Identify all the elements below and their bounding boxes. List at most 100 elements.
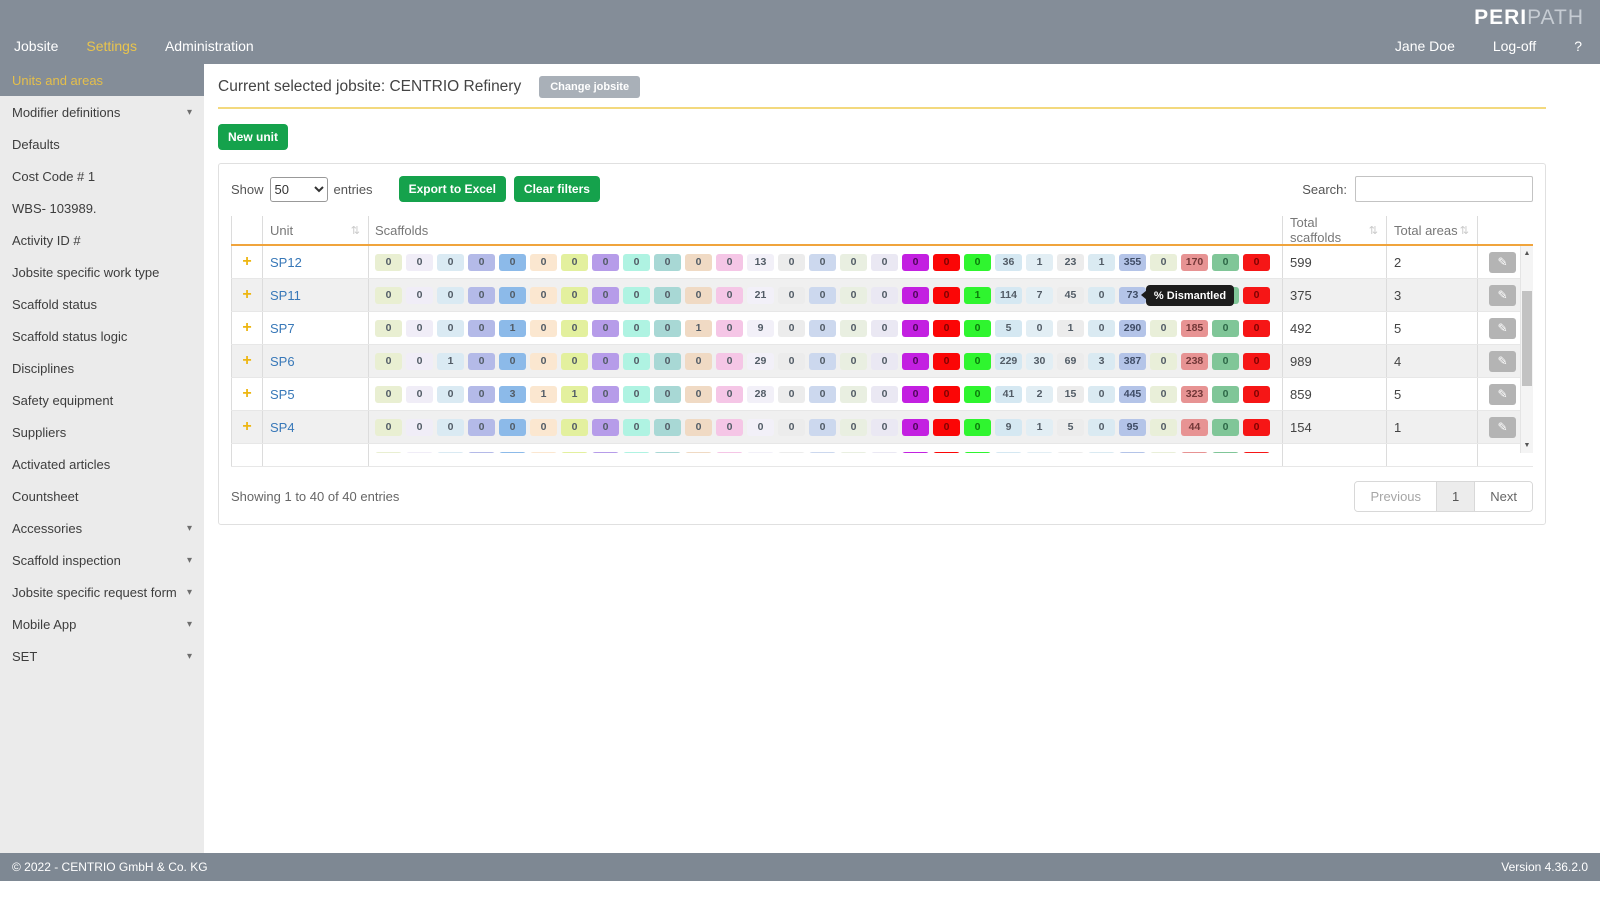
scaffold-count-badge: 0: [1150, 320, 1177, 337]
expand-row-icon[interactable]: +: [242, 253, 251, 271]
sidebar-item-defaults[interactable]: Defaults: [0, 128, 204, 160]
search-input[interactable]: [1355, 176, 1533, 202]
scaffold-count-badge: 0: [809, 320, 836, 337]
scaffold-count-badge: 0: [778, 254, 805, 271]
unit-link[interactable]: SP11: [270, 288, 301, 303]
sidebar-item-disciplines[interactable]: Disciplines: [0, 352, 204, 384]
scaffold-count-badge: 0: [561, 353, 588, 370]
edit-unit-button[interactable]: ✎: [1489, 318, 1516, 339]
clear-filters-button[interactable]: Clear filters: [514, 176, 600, 202]
logoff-link[interactable]: Log-off: [1493, 38, 1536, 54]
header-unit[interactable]: Unit⇅: [263, 216, 369, 244]
sort-icon: ⇅: [1460, 224, 1469, 237]
sidebar-item-set[interactable]: SET▾: [0, 640, 204, 672]
sidebar-item-label: Accessories: [12, 521, 82, 536]
scaffold-count-badge: 185: [1181, 320, 1208, 337]
scaffold-count-badge: 290: [1119, 320, 1146, 337]
edit-unit-button[interactable]: ✎: [1489, 285, 1516, 306]
unit-link[interactable]: SP7: [270, 321, 295, 336]
scaffold-count-badge: 0: [902, 386, 929, 403]
sidebar-item-cost-code-1[interactable]: Cost Code # 1: [0, 160, 204, 192]
expand-row-icon[interactable]: +: [242, 352, 251, 370]
scaffold-count-badge: 0: [1243, 320, 1270, 337]
edit-unit-button[interactable]: ✎: [1489, 252, 1516, 273]
user-name[interactable]: Jane Doe: [1395, 38, 1455, 54]
sidebar-item-scaffold-status-logic[interactable]: Scaffold status logic: [0, 320, 204, 352]
header-scaffolds: Scaffolds: [369, 216, 1283, 244]
scaffolds-cell: 000031100000280000000412150445032300: [369, 378, 1283, 410]
scaffold-count-badge: 30: [1026, 353, 1053, 370]
sidebar-item-units-and-areas[interactable]: Units and areas: [0, 64, 204, 96]
chevron-down-icon: ▾: [187, 587, 192, 598]
pagination-page-1[interactable]: 1: [1436, 482, 1475, 511]
scaffold-count-badge: 0: [406, 254, 433, 271]
scaffold-count-badge: 387: [1119, 353, 1146, 370]
sidebar-item-wbs-103989-[interactable]: WBS- 103989.: [0, 192, 204, 224]
expand-row-icon[interactable]: +: [242, 385, 251, 403]
vertical-scrollbar[interactable]: ▲ ▼: [1520, 246, 1533, 453]
header-total-areas[interactable]: Total areas⇅: [1387, 216, 1478, 244]
edit-unit-button[interactable]: ✎: [1489, 384, 1516, 405]
expand-row-icon[interactable]: +: [242, 418, 251, 436]
sidebar-item-label: Scaffold inspection: [12, 553, 121, 568]
scaffold-count-badge: 0: [933, 353, 960, 370]
expand-row-icon[interactable]: +: [242, 286, 251, 304]
sidebar-item-countsheet[interactable]: Countsheet: [0, 480, 204, 512]
sidebar-item-activity-id-[interactable]: Activity ID #: [0, 224, 204, 256]
scaffold-count-badge: 0: [933, 287, 960, 304]
sidebar-item-scaffold-inspection[interactable]: Scaffold inspection▾: [0, 544, 204, 576]
nav-administration[interactable]: Administration: [165, 38, 254, 54]
sidebar-item-scaffold-status[interactable]: Scaffold status: [0, 288, 204, 320]
scaffold-count-badge: 0: [468, 320, 495, 337]
pencil-icon: ✎: [1497, 288, 1507, 302]
sidebar-item-suppliers[interactable]: Suppliers: [0, 416, 204, 448]
unit-link[interactable]: SP5: [270, 387, 295, 402]
pagination-previous[interactable]: Previous: [1355, 482, 1436, 511]
scaffold-count-badge: 0: [654, 320, 681, 337]
change-jobsite-button[interactable]: Change jobsite: [539, 76, 640, 98]
header-total-scaffolds[interactable]: Total scaffolds⇅: [1283, 216, 1387, 244]
scaffold-count-badge: 0: [437, 287, 464, 304]
sidebar-item-jobsite-specific-work-type[interactable]: Jobsite specific work type: [0, 256, 204, 288]
sidebar-item-mobile-app[interactable]: Mobile App▾: [0, 608, 204, 640]
scroll-thumb[interactable]: [1522, 291, 1532, 386]
sidebar-item-activated-articles[interactable]: Activated articles: [0, 448, 204, 480]
scroll-down-arrow[interactable]: ▼: [1521, 439, 1533, 452]
help-icon[interactable]: ?: [1574, 38, 1582, 54]
scaffold-count-badge: 15: [1057, 386, 1084, 403]
scaffold-count-badge: 0: [406, 320, 433, 337]
sidebar-item-safety-equipment[interactable]: Safety equipment: [0, 384, 204, 416]
pagination-next[interactable]: Next: [1475, 482, 1532, 511]
scaffold-count-badge: 0: [1088, 287, 1115, 304]
unit-link[interactable]: SP12: [270, 255, 302, 270]
scaffold-count-badge: 0: [840, 419, 867, 436]
scaffold-count-badge: 445: [1119, 386, 1146, 403]
nav-jobsite[interactable]: Jobsite: [14, 38, 58, 54]
entries-label: entries: [334, 182, 373, 197]
sidebar-item-modifier-definitions[interactable]: Modifier definitions▾: [0, 96, 204, 128]
unit-link[interactable]: SP4: [270, 420, 295, 435]
export-excel-button[interactable]: Export to Excel: [399, 176, 506, 202]
table-footer-row: [231, 453, 1533, 467]
edit-unit-button[interactable]: ✎: [1489, 351, 1516, 372]
expand-row-icon[interactable]: +: [242, 319, 251, 337]
scaffold-count-badge: 0: [623, 287, 650, 304]
sidebar-item-jobsite-specific-request-form[interactable]: Jobsite specific request form▾: [0, 576, 204, 608]
main-nav: Jobsite Settings Administration: [14, 38, 254, 54]
nav-settings[interactable]: Settings: [86, 38, 137, 54]
new-unit-button[interactable]: New unit: [218, 124, 288, 150]
scaffold-count-badge: 44: [1181, 419, 1208, 436]
scaffold-count-badge: 1: [1088, 254, 1115, 271]
edit-unit-button[interactable]: ✎: [1489, 417, 1516, 438]
scaffold-count-badge: 0: [375, 287, 402, 304]
scroll-up-arrow[interactable]: ▲: [1521, 247, 1533, 260]
scaffold-count-badge: 0: [561, 287, 588, 304]
app-footer: © 2022 - CENTRIO GmbH & Co. KG Version 4…: [0, 853, 1600, 881]
sidebar-item-label: Mobile App: [12, 617, 76, 632]
sidebar-item-accessories[interactable]: Accessories▾: [0, 512, 204, 544]
table-row-sp7: +SP7000010000010900000005010290018500492…: [231, 312, 1533, 345]
scaffold-count-badge: 0: [561, 320, 588, 337]
unit-link[interactable]: SP6: [270, 354, 295, 369]
scaffold-count-badge: 41: [995, 386, 1022, 403]
page-size-select[interactable]: 50: [270, 177, 328, 202]
